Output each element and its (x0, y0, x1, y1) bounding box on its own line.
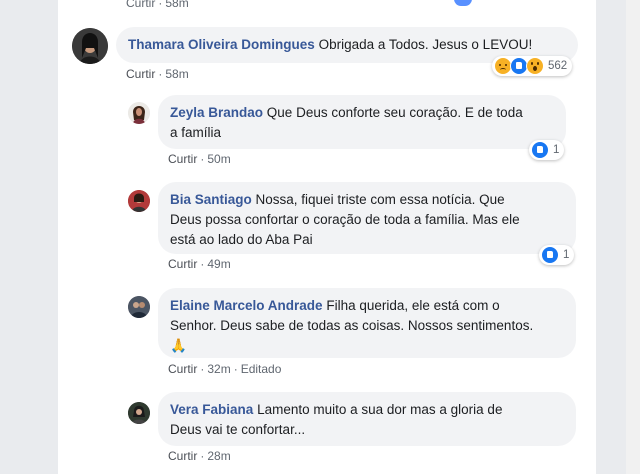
like-link[interactable]: Curtir (126, 67, 155, 81)
avatar[interactable] (128, 296, 150, 318)
reaction-count: 1 (553, 144, 560, 156)
avatar[interactable] (128, 102, 150, 124)
comment-actions: Curtir · 49m (168, 257, 231, 271)
comment-text: Senhor. Deus sabe de todas as coisas. No… (170, 318, 534, 333)
comment-author[interactable]: Elaine Marcelo Andrade (170, 298, 323, 313)
like-icon (531, 141, 549, 159)
comment-author[interactable]: Zeyla Brandao (170, 105, 263, 120)
pray-emoji-icon: 🙏 (170, 338, 187, 353)
reaction-count: 1 (563, 249, 570, 261)
like-link[interactable]: Curtir (168, 449, 197, 463)
comment-text: Obrigada a Todos. Jesus o LEVOU! (318, 37, 533, 52)
comment-text: está ao lado do Aba Pai (170, 232, 313, 247)
comment-author[interactable]: Vera Fabiana (170, 402, 253, 417)
scrollbar[interactable] (626, 0, 640, 474)
comment-text: Filha querida, ele está com o (326, 298, 500, 313)
comment-actions: Curtir · 28m (168, 449, 231, 463)
like-link[interactable]: Curtir (126, 0, 155, 10)
like-link[interactable]: Curtir (168, 257, 197, 271)
edited-label[interactable]: Editado (241, 362, 282, 376)
like-icon (541, 246, 559, 264)
timestamp[interactable]: 49m (207, 257, 230, 271)
reaction-summary[interactable]: 1 (529, 140, 565, 160)
comment-author[interactable]: Thamara Oliveira Domingues (128, 37, 315, 52)
reaction-count: 562 (548, 60, 568, 72)
timestamp[interactable]: 50m (207, 152, 230, 166)
reaction-summary[interactable]: 562 (492, 56, 573, 76)
timestamp[interactable]: 58m (165, 67, 188, 81)
comment-author[interactable]: Bia Santiago (170, 192, 252, 207)
comment-actions: Curtir · 32m · Editado (168, 362, 282, 376)
comment-bubble: Vera Fabiana Lamento muito a sua dor mas… (158, 392, 576, 446)
avatar[interactable] (128, 190, 150, 212)
avatar[interactable] (128, 402, 150, 424)
timestamp[interactable]: 28m (207, 449, 230, 463)
comment-bubble: Bia Santiago Nossa, fiquei triste com es… (158, 182, 576, 254)
comment-bubble: Zeyla Brandao Que Deus conforte seu cora… (158, 95, 566, 149)
comment-bubble: Elaine Marcelo Andrade Filha querida, el… (158, 288, 576, 358)
timestamp[interactable]: 32m (207, 362, 230, 376)
comment-text: Lamento muito a sua dor mas a gloria de (257, 402, 503, 417)
comment-text: Deus possa confortar o coração de toda a… (170, 212, 520, 227)
timestamp[interactable]: 58m (165, 0, 188, 10)
comment-text: Deus vai te confortar... (170, 422, 306, 437)
reaction-summary[interactable]: 1 (539, 245, 575, 265)
comment-text: Nossa, fiquei triste com essa notícia. Q… (255, 192, 505, 207)
wow-icon (526, 57, 544, 75)
comment-text: Que Deus conforte seu coração. E de toda (266, 105, 523, 120)
like-link[interactable]: Curtir (168, 152, 197, 166)
avatar[interactable] (72, 28, 108, 64)
comment-text: a família (170, 125, 222, 140)
previous-comment-actions: Curtir · 58m (126, 0, 189, 10)
comment-actions: Curtir · 58m (126, 67, 189, 81)
comment-actions: Curtir · 50m (168, 152, 231, 166)
like-link[interactable]: Curtir (168, 362, 197, 376)
